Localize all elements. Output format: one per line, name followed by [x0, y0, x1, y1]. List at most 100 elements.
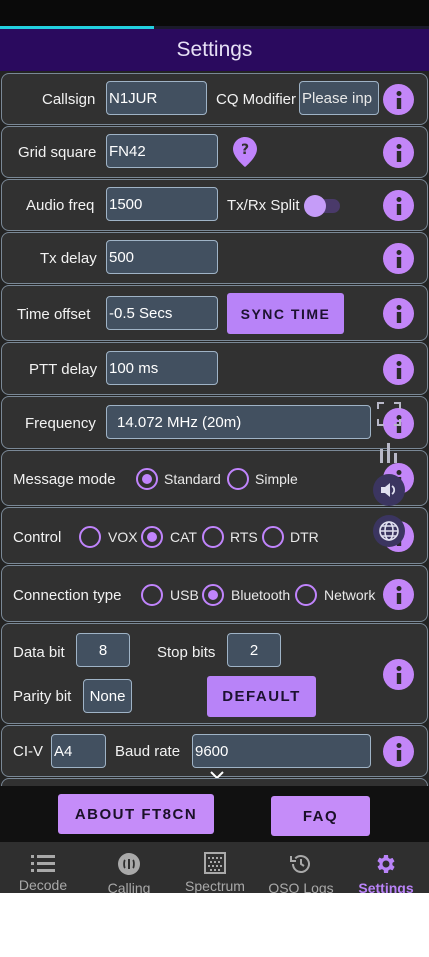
- radio-network[interactable]: [295, 584, 317, 606]
- frequency-select[interactable]: 14.072 MHz (20m): [106, 405, 371, 439]
- info-icon[interactable]: [383, 659, 414, 690]
- nav-spectrum[interactable]: Spectrum: [172, 842, 258, 893]
- control-label: Control: [13, 529, 62, 546]
- radio-network-label: Network: [324, 587, 376, 603]
- tx-delay-label: Tx delay: [40, 250, 97, 267]
- ptt-delay-label: PTT delay: [29, 361, 98, 378]
- row-frequency: Frequency 14.072 MHz (20m): [1, 396, 428, 449]
- radio-dtr[interactable]: [262, 526, 284, 548]
- callsign-input[interactable]: N1JUR: [106, 81, 207, 115]
- grid-square-input[interactable]: FN42: [106, 134, 218, 168]
- time-offset-input[interactable]: -0.5 Secs: [106, 296, 218, 330]
- list-icon: [31, 852, 55, 873]
- info-icon[interactable]: [383, 736, 414, 767]
- radio-cat[interactable]: [141, 526, 163, 548]
- row-grid-square: Grid square FN42 ?: [1, 126, 428, 178]
- info-icon[interactable]: [383, 579, 414, 610]
- info-icon[interactable]: [383, 243, 414, 274]
- cq-modifier-label: CQ Modifier: [216, 91, 297, 108]
- ci-v-input[interactable]: A4: [51, 734, 106, 768]
- stop-bits-input[interactable]: 2: [227, 633, 281, 667]
- bottom-button-bar: ABOUT FT8CN FAQ: [0, 786, 429, 842]
- nav-qso-logs-label: QSO Logs: [268, 880, 334, 893]
- tx-delay-input[interactable]: 500: [106, 240, 218, 274]
- app-screen: Settings Callsign N1JUR CQ Modifier Plea…: [0, 0, 429, 893]
- radio-vox[interactable]: [79, 526, 101, 548]
- faq-button[interactable]: FAQ: [271, 796, 370, 836]
- callsign-label: Callsign: [42, 91, 96, 108]
- about-button[interactable]: ABOUT FT8CN: [58, 794, 214, 834]
- nav-settings-label: Settings: [358, 880, 414, 893]
- page-title: Settings: [176, 38, 253, 61]
- data-bit-input[interactable]: 8: [76, 633, 130, 667]
- ci-v-label: CI-V: [13, 743, 43, 760]
- calling-icon: [117, 852, 141, 876]
- title-bar: Settings: [0, 29, 429, 71]
- svg-text:?: ?: [241, 142, 249, 158]
- globe-icon[interactable]: [373, 515, 405, 547]
- bottom-navigation: Decode Calling Spectrum QSO Logs Setting…: [0, 842, 429, 893]
- info-icon[interactable]: [383, 84, 414, 115]
- tx-rx-split-toggle-thumb[interactable]: [304, 195, 326, 217]
- info-icon[interactable]: [383, 298, 414, 329]
- radio-vox-label: VOX: [108, 529, 138, 545]
- nav-qso-logs[interactable]: QSO Logs: [258, 842, 344, 893]
- radio-simple-label: Simple: [255, 471, 298, 487]
- ptt-delay-input[interactable]: 100 ms: [106, 351, 218, 385]
- nav-decode-label: Decode: [18, 877, 68, 893]
- radio-simple[interactable]: [227, 468, 249, 490]
- info-icon[interactable]: [383, 354, 414, 385]
- gear-icon: [374, 852, 398, 876]
- status-bar: [0, 0, 429, 26]
- cq-modifier-input[interactable]: Please inp: [299, 81, 379, 115]
- parity-bit-select[interactable]: None: [83, 679, 132, 713]
- row-message-mode: Message mode Standard Simple: [1, 450, 428, 506]
- parity-bit-label: Parity bit: [13, 688, 72, 705]
- stop-bits-label: Stop bits: [157, 644, 216, 661]
- location-help-icon[interactable]: ?: [233, 137, 257, 172]
- radio-rts-label: RTS: [230, 529, 258, 545]
- sync-time-button[interactable]: SYNC TIME: [227, 293, 344, 334]
- nav-decode[interactable]: Decode: [0, 842, 86, 893]
- nav-settings[interactable]: Settings: [343, 842, 429, 893]
- nav-calling-label: Calling: [107, 880, 151, 893]
- baud-rate-select[interactable]: 9600: [192, 734, 371, 768]
- frequency-label: Frequency: [25, 415, 96, 432]
- info-icon[interactable]: [383, 190, 414, 221]
- time-offset-label: Time offset: [17, 306, 91, 323]
- radio-usb[interactable]: [141, 584, 163, 606]
- nav-spectrum-label: Spectrum: [185, 878, 245, 893]
- fullscreen-icon[interactable]: [373, 398, 405, 430]
- row-tx-delay: Tx delay 500: [1, 232, 428, 284]
- message-mode-label: Message mode: [13, 471, 116, 488]
- connection-type-label: Connection type: [13, 587, 122, 604]
- history-icon: [289, 852, 313, 876]
- radio-rts[interactable]: [202, 526, 224, 548]
- radio-bluetooth[interactable]: [202, 584, 224, 606]
- row-audio-freq: Audio freq 1500 Tx/Rx Split: [1, 179, 428, 231]
- volume-icon[interactable]: [373, 474, 405, 506]
- row-time-offset: Time offset -0.5 Secs SYNC TIME: [1, 285, 428, 341]
- audio-freq-label: Audio freq: [26, 197, 95, 214]
- radio-cat-label: CAT: [170, 529, 197, 545]
- row-callsign: Callsign N1JUR CQ Modifier Please inp: [1, 73, 428, 125]
- radio-bluetooth-label: Bluetooth: [231, 587, 291, 603]
- info-icon[interactable]: [383, 137, 414, 168]
- row-serial-settings: Data bit 8 Stop bits 2 Parity bit None D…: [1, 623, 428, 724]
- spectrum-icon: [204, 852, 226, 874]
- row-control: Control VOX CAT RTS DTR: [1, 507, 428, 564]
- data-bit-label: Data bit: [13, 644, 65, 661]
- radio-usb-label: USB: [170, 587, 199, 603]
- row-connection-type: Connection type USB Bluetooth Network: [1, 565, 428, 622]
- default-button[interactable]: DEFAULT: [207, 676, 316, 717]
- tx-rx-split-label: Tx/Rx Split: [227, 197, 300, 214]
- audio-freq-input[interactable]: 1500: [106, 187, 218, 221]
- row-ptt-delay: PTT delay 100 ms: [1, 342, 428, 395]
- radio-dtr-label: DTR: [290, 529, 319, 545]
- bar-chart-icon[interactable]: [373, 436, 405, 468]
- radio-standard[interactable]: [136, 468, 158, 490]
- radio-standard-label: Standard: [164, 471, 221, 487]
- nav-calling[interactable]: Calling: [86, 842, 172, 893]
- blank-area: [0, 893, 429, 957]
- grid-square-label: Grid square: [18, 144, 97, 161]
